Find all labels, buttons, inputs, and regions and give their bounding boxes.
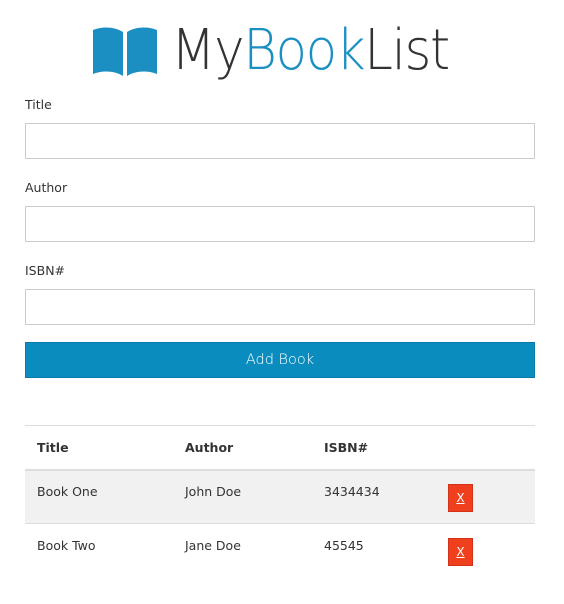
- author-label: Author: [25, 180, 68, 195]
- cell-author: Jane Doe: [173, 523, 312, 578]
- logo-text-my: My: [171, 18, 245, 83]
- title-input[interactable]: [25, 123, 535, 159]
- cell-title: Book One: [25, 469, 173, 524]
- open-book-icon: [93, 27, 157, 76]
- column-header-title: Title: [37, 439, 69, 455]
- cell-title: Book Two: [25, 523, 173, 578]
- cell-author: John Doe: [173, 469, 312, 524]
- logo-text-book: Book: [243, 18, 365, 83]
- book-author: Jane Doe: [185, 538, 241, 554]
- delete-book-button[interactable]: X: [448, 537, 473, 566]
- isbn-field-group: ISBN#: [25, 262, 535, 325]
- app-logo-text: MyBookList: [171, 23, 450, 79]
- book-isbn: 45545: [324, 538, 364, 554]
- title-label: Title: [25, 97, 52, 112]
- book-list: Book One John Doe 3434434 X Book Two Jan…: [25, 469, 535, 578]
- table-row: Book One John Doe 3434434 X: [25, 469, 535, 524]
- table-row: Book Two Jane Doe 45545 X: [25, 523, 535, 578]
- table-header: Title Author ISBN#: [25, 425, 535, 470]
- book-title: Book One: [37, 484, 98, 500]
- cell-actions: X: [447, 469, 535, 524]
- column-header-actions: [447, 426, 535, 470]
- cell-isbn: 3434434: [312, 469, 447, 524]
- add-book-button[interactable]: Add Book: [25, 342, 535, 378]
- add-book-form: Title Author ISBN# Add Book: [25, 96, 535, 378]
- app-header: MyBookList: [0, 16, 564, 86]
- column-header-isbn: ISBN#: [324, 439, 369, 455]
- cell-actions: X: [447, 523, 535, 578]
- author-input[interactable]: [25, 206, 535, 242]
- book-title: Book Two: [37, 538, 96, 554]
- table-header-row: Title Author ISBN#: [25, 425, 535, 470]
- logo-text-list: List: [364, 18, 450, 83]
- isbn-label: ISBN#: [25, 263, 66, 278]
- cell-isbn: 45545: [312, 523, 447, 578]
- title-field-group: Title: [25, 96, 535, 159]
- author-field-group: Author: [25, 179, 535, 242]
- page: MyBookList Title Author ISBN# Add Book T…: [0, 0, 564, 604]
- book-list-table: Title Author ISBN# Book One John Doe 343…: [25, 425, 535, 578]
- book-isbn: 3434434: [324, 484, 380, 500]
- delete-book-button[interactable]: X: [448, 483, 473, 512]
- isbn-input[interactable]: [25, 289, 535, 325]
- column-header-author: Author: [185, 439, 234, 455]
- book-author: John Doe: [185, 484, 242, 500]
